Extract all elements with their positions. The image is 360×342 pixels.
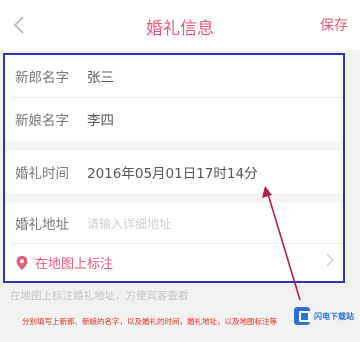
chevron-right-icon	[326, 253, 334, 267]
groom-name-input[interactable]: 张三	[87, 66, 114, 86]
watermark-text: 闪电下载站	[314, 311, 354, 321]
watermark-logo: 闪电下载站	[294, 304, 354, 328]
wedding-time-row[interactable]: 婚礼时间 2016年05月01日17时14分	[5, 151, 343, 193]
map-mark-label: 在地图上标注	[35, 257, 114, 272]
bride-name-input[interactable]: 李四	[87, 109, 114, 129]
location-pin-icon	[16, 255, 28, 270]
instruction-caption: 分别填写上新郎、新娘的名字，以及婚礼的时间，婚礼地址，以及地图标注等	[22, 317, 277, 326]
page-title: 婚礼信息	[146, 19, 214, 39]
app-header: 婚礼信息 保存	[0, 0, 360, 50]
groom-name-label: 新郎名字	[15, 70, 69, 86]
section-gap	[5, 193, 343, 203]
wedding-address-row[interactable]: 婚礼地址 请输入详细地址	[5, 203, 343, 243]
wedding-address-label: 婚礼地址	[15, 217, 69, 233]
download-site-logo-icon	[294, 307, 310, 325]
bride-name-row[interactable]: 新娘名字 李四	[5, 98, 343, 140]
wedding-address-input[interactable]: 请输入详细地址	[87, 215, 171, 232]
bride-name-label: 新娘名字	[15, 113, 69, 129]
wedding-form-card: 新郎名字 张三 新娘名字 李四 婚礼时间 2016年05月01日17时14分 婚…	[3, 53, 345, 283]
wedding-time-label: 婚礼时间	[15, 166, 69, 182]
map-hint-text: 在地图上标注婚礼地址，方便宾客查看	[10, 290, 189, 302]
save-button[interactable]: 保存	[320, 15, 348, 35]
groom-name-row[interactable]: 新郎名字 张三	[5, 55, 343, 97]
map-mark-row[interactable]: 在地图上标注	[5, 244, 343, 281]
section-gap	[5, 141, 343, 151]
wedding-time-value[interactable]: 2016年05月01日17时14分	[87, 162, 258, 182]
